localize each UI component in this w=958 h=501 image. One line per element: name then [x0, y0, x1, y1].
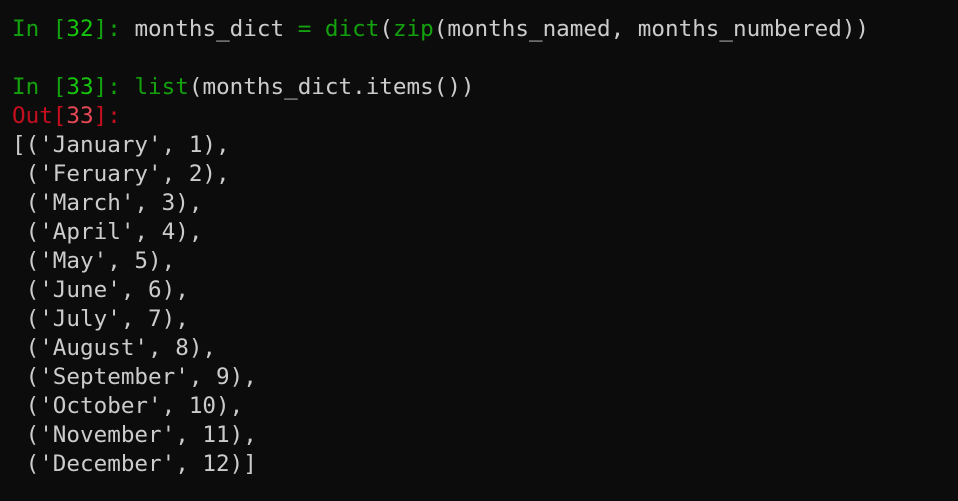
code-token-text: (months_dict.items()) [188, 74, 475, 100]
output-text: ('October', 10), [12, 393, 244, 419]
output-text: ('July', 7), [12, 306, 189, 332]
in-prompt-prefix: In [ [12, 16, 67, 42]
code-token-builtin: list [134, 74, 189, 100]
in-prompt-number: 33 [66, 74, 94, 100]
code-token-builtin: dict [324, 16, 380, 42]
in-prompt-number: 32 [66, 16, 94, 42]
output-line: ('September', 9), [12, 363, 958, 392]
output-line: ('May', 5), [12, 247, 958, 276]
output-line: ('July', 7), [12, 305, 958, 334]
input-line: In [32]: months_dict = dict(zip(months_n… [12, 15, 958, 44]
output-text: ('September', 9), [12, 364, 257, 390]
output-line: ('Feruary', 2), [12, 160, 958, 189]
output-line: ('April', 4), [12, 218, 958, 247]
code-token-text: (months_named, months_numbered)) [433, 16, 870, 42]
in-prompt-suffix: ]: [93, 16, 135, 42]
terminal-output[interactable]: In [32]: months_dict = dict(zip(months_n… [0, 0, 958, 479]
output-text: [('January', 1), [12, 132, 230, 158]
in-prompt-prefix: In [ [12, 74, 67, 100]
output-line: ('August', 8), [12, 334, 958, 363]
output-line: ('November', 11), [12, 421, 958, 450]
output-text: ('Feruary', 2), [12, 161, 230, 187]
output-line: ('June', 6), [12, 276, 958, 305]
output-text: ('April', 4), [12, 219, 203, 245]
out-prompt-number: 33 [66, 103, 94, 129]
output-line: [('January', 1), [12, 131, 958, 160]
output-prompt-line: Out[33]: [12, 102, 958, 131]
output-line: ('December', 12)] [12, 450, 958, 479]
code-token-op: = [297, 16, 312, 42]
output-line: ('March', 3), [12, 189, 958, 218]
in-prompt-suffix: ]: [93, 74, 135, 100]
output-text: ('November', 11), [12, 422, 257, 448]
code-token-text: months_dict [134, 16, 298, 42]
output-text: ('May', 5), [12, 248, 176, 274]
output-text: ('August', 8), [12, 335, 217, 361]
output-text: ('December', 12)] [12, 451, 257, 477]
code-token-builtin: zip [392, 16, 434, 42]
out-prompt-prefix: Out[ [12, 103, 67, 129]
output-text: ('June', 6), [12, 277, 189, 303]
input-line: In [33]: list(months_dict.items()) [12, 73, 958, 102]
output-text: ('March', 3), [12, 190, 203, 216]
output-line: ('October', 10), [12, 392, 958, 421]
out-prompt-suffix: ]: [93, 103, 121, 129]
code-token-text: ( [379, 16, 393, 42]
